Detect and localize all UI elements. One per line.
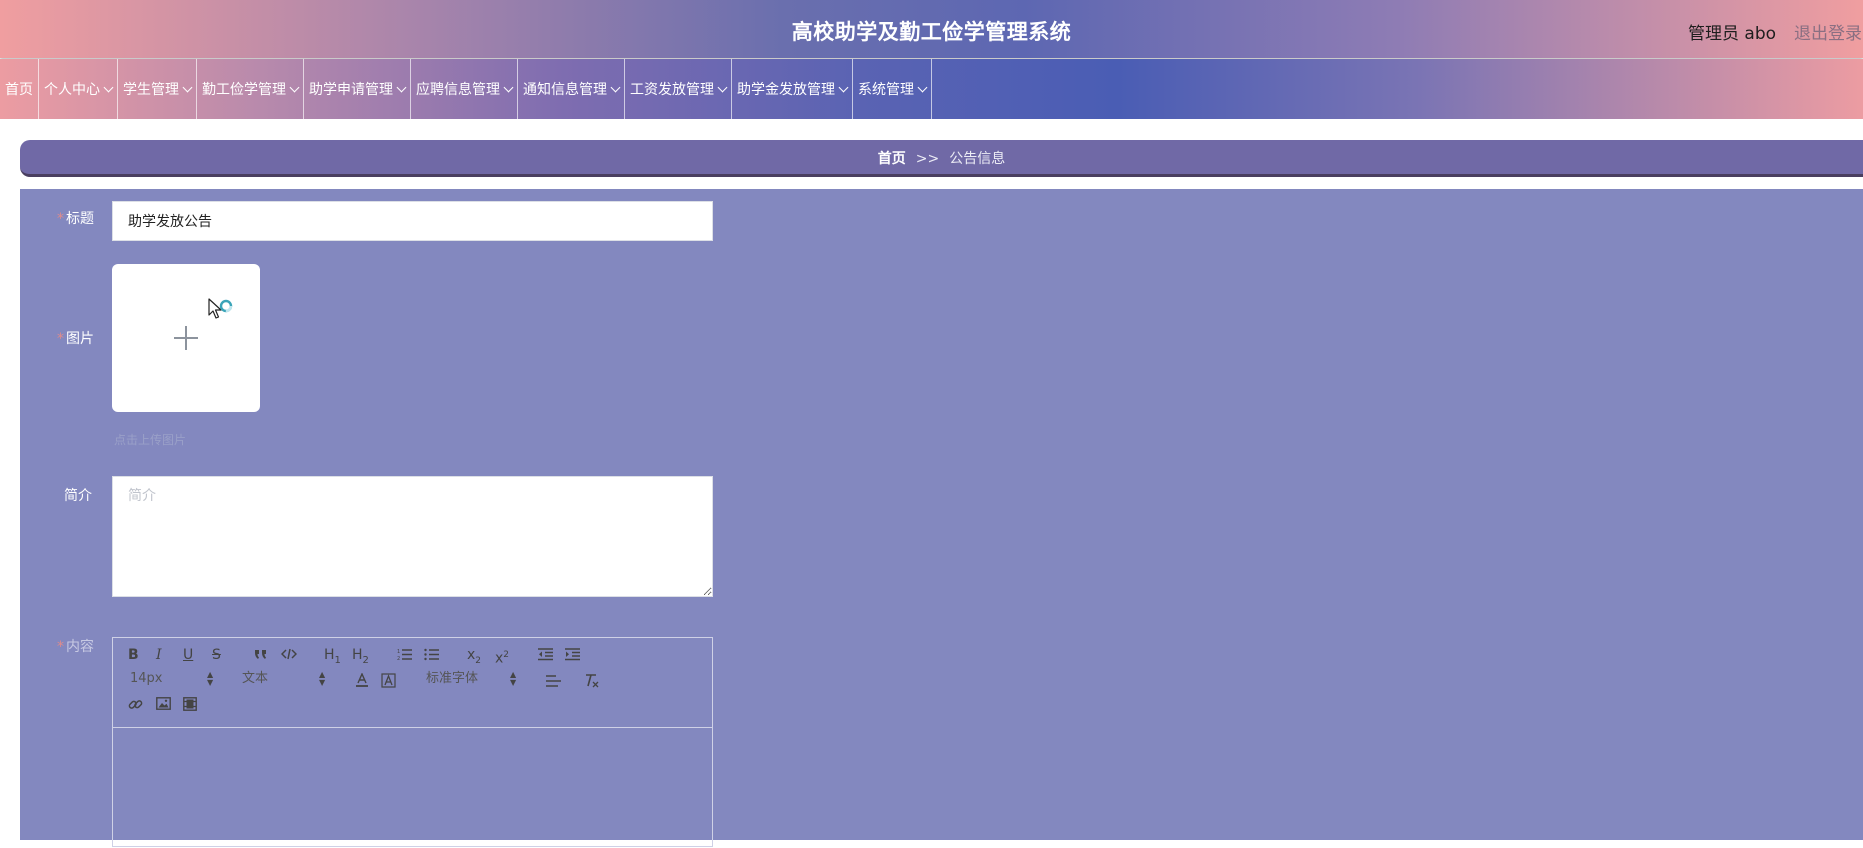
- nav-list: 首页 个人中心 学生管理 勤工俭学管理 助学申请管理 应聘信息管理 通知信息管理 工资发放管理…: [0, 59, 1863, 119]
- intro-textarea[interactable]: [112, 476, 713, 597]
- nav-item-label: 工资发放管理: [630, 82, 714, 98]
- title-input[interactable]: [112, 201, 713, 241]
- image-upload-button[interactable]: [112, 264, 260, 412]
- outdent-icon[interactable]: [538, 648, 553, 661]
- nav-item-label: 首页: [5, 82, 33, 98]
- rich-text-editor: B I U S H1 H2 1 2 x2 x2 14px ▲ ▼ 文本 ▲ ▼ …: [112, 637, 713, 847]
- breadcrumb-bar: 首页 >> 公告信息: [20, 140, 1863, 177]
- nav-item-3[interactable]: 勤工俭学管理: [197, 59, 304, 119]
- nav-item-8[interactable]: 助学金发放管理: [732, 59, 853, 119]
- chevron-down-icon: [917, 82, 928, 92]
- chevron-down-icon: [838, 82, 849, 92]
- align-icon[interactable]: [546, 675, 561, 687]
- bold-button[interactable]: B: [128, 647, 139, 663]
- nav-item-7[interactable]: 工资发放管理: [625, 59, 732, 119]
- required-mark: *: [57, 211, 64, 227]
- ordered-list-icon[interactable]: 1 2: [397, 648, 412, 661]
- chevron-down-icon: [396, 82, 407, 92]
- title-label-text: 标题: [66, 211, 94, 227]
- svg-text:1: 1: [397, 649, 400, 655]
- header-select[interactable]: 文本 ▲ ▼: [242, 671, 332, 687]
- font-family-select[interactable]: 标准字体 ▲ ▼: [426, 671, 521, 687]
- nav-item-label: 助学金发放管理: [737, 82, 835, 98]
- video-icon[interactable]: [183, 697, 197, 711]
- user-info: 管理员 abo: [1688, 24, 1777, 44]
- font-family-value: 标准字体: [426, 671, 479, 686]
- nav-item-6[interactable]: 通知信息管理: [518, 59, 625, 119]
- nav-item-label: 通知信息管理: [523, 82, 607, 98]
- editor-content-area[interactable]: [113, 728, 712, 848]
- nav-item-1[interactable]: 个人中心: [39, 59, 118, 119]
- main-nav: 首页 个人中心 学生管理 勤工俭学管理 助学申请管理 应聘信息管理 通知信息管理 工资发放管理…: [0, 59, 1863, 119]
- clear-format-icon[interactable]: [584, 673, 600, 688]
- busy-cursor-icon: [208, 298, 233, 319]
- breadcrumb: 首页 >> 公告信息: [20, 148, 1863, 168]
- top-header: 高校助学及勤工俭学管理系统 管理员 abo 退出登录: [0, 0, 1863, 58]
- font-color-icon[interactable]: [355, 673, 369, 688]
- breadcrumb-separator: >>: [915, 151, 940, 167]
- content-label-text: 内容: [66, 639, 94, 655]
- blockquote-icon[interactable]: [254, 648, 268, 660]
- required-mark: *: [57, 331, 64, 347]
- nav-item-2[interactable]: 学生管理: [118, 59, 197, 119]
- h1-button[interactable]: H1: [324, 647, 341, 669]
- link-icon[interactable]: [128, 697, 143, 712]
- plus-icon-vertical: [185, 326, 187, 350]
- image-icon[interactable]: [156, 697, 171, 710]
- chevron-down-icon: [610, 82, 621, 92]
- nav-item-9[interactable]: 系统管理: [853, 59, 932, 119]
- chevron-down-icon: [503, 82, 514, 92]
- content-label: * 内容: [57, 636, 94, 656]
- superscript-button[interactable]: x2: [495, 647, 509, 667]
- nav-item-label: 助学申请管理: [309, 82, 393, 98]
- subscript-button[interactable]: x2: [467, 647, 481, 669]
- upload-tip: 点击上传图片: [114, 433, 187, 447]
- nav-item-label: 学生管理: [123, 82, 179, 98]
- notice-form: *标题 *图片 点击上传图片 简介 *内容 B I U S: [20, 189, 1863, 847]
- select-arrows-icon: ▲ ▼: [207, 670, 214, 687]
- code-block-icon[interactable]: [281, 648, 297, 660]
- intro-label: 简介: [64, 488, 92, 504]
- editor-toolbar: B I U S H1 H2 1 2 x2 x2 14px ▲ ▼ 文本 ▲ ▼ …: [113, 638, 712, 728]
- underline-button[interactable]: U: [183, 647, 193, 663]
- h2-button[interactable]: H2: [352, 647, 369, 669]
- required-mark: *: [57, 639, 64, 655]
- indent-icon[interactable]: [565, 648, 580, 661]
- logout-link[interactable]: 退出登录: [1794, 19, 1862, 44]
- breadcrumb-home[interactable]: 首页: [878, 151, 906, 167]
- nav-item-0[interactable]: 首页: [0, 59, 39, 119]
- app-title: 高校助学及勤工俭学管理系统: [791, 20, 1072, 44]
- nav-item-label: 勤工俭学管理: [202, 82, 286, 98]
- italic-button[interactable]: I: [156, 647, 162, 663]
- nav-item-4[interactable]: 助学申请管理: [304, 59, 411, 119]
- chevron-down-icon: [717, 82, 728, 92]
- header-select-value: 文本: [242, 671, 269, 686]
- nav-item-label: 应聘信息管理: [416, 82, 500, 98]
- strike-button[interactable]: S: [212, 647, 221, 663]
- nav-item-label: 系统管理: [858, 82, 914, 98]
- select-arrows-icon: ▲ ▼: [319, 670, 326, 687]
- nav-item-label: 个人中心: [44, 82, 100, 98]
- bullet-list-icon[interactable]: [424, 648, 439, 661]
- nav-item-5[interactable]: 应聘信息管理: [411, 59, 518, 119]
- font-size-select[interactable]: 14px ▲ ▼: [130, 671, 220, 687]
- image-label: * 图片: [57, 328, 94, 348]
- font-size-value: 14px: [130, 671, 163, 686]
- background-color-icon[interactable]: [381, 673, 396, 688]
- breadcrumb-current: 公告信息: [949, 151, 1006, 167]
- image-label-text: 图片: [66, 331, 94, 347]
- select-arrows-icon: ▲ ▼: [510, 670, 517, 687]
- chevron-down-icon: [289, 82, 300, 92]
- svg-text:2: 2: [397, 656, 400, 661]
- chevron-down-icon: [182, 82, 193, 92]
- chevron-down-icon: [103, 82, 114, 92]
- title-label: * 标题: [57, 208, 94, 228]
